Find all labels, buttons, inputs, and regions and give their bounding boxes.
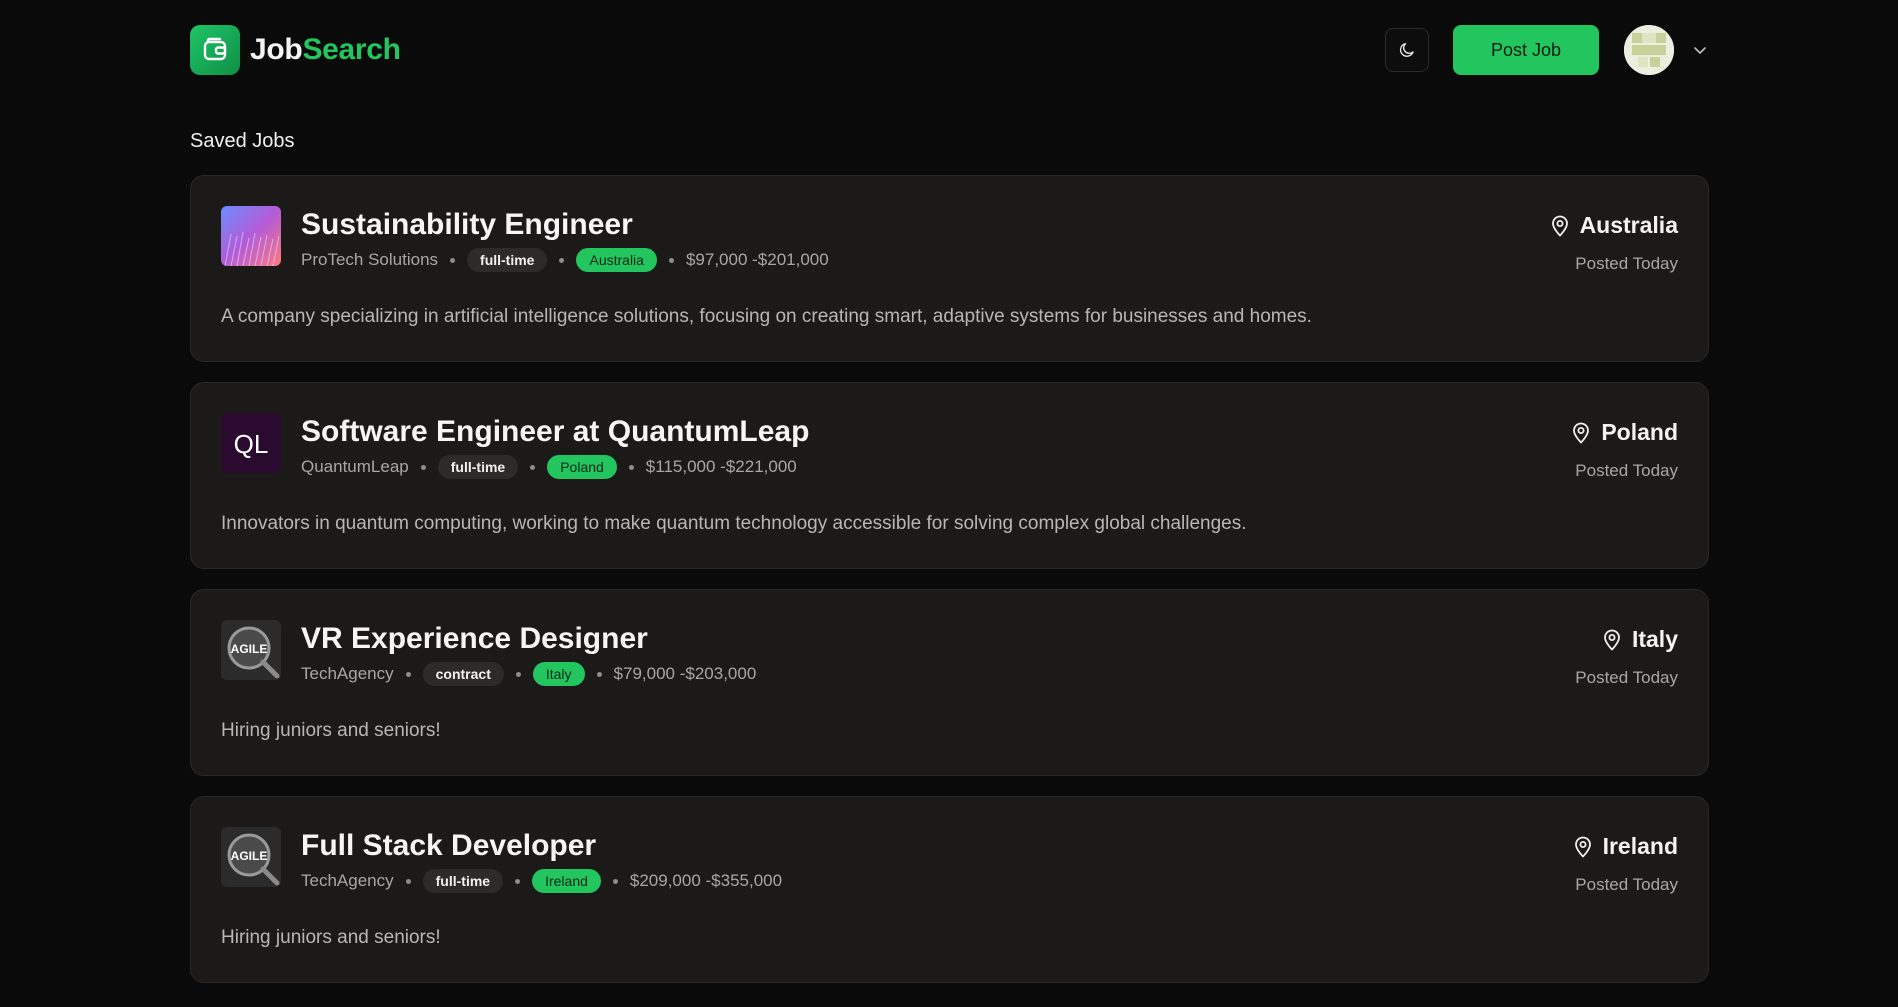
job-card[interactable]: QL Software Engineer at QuantumLeap Quan… <box>190 382 1709 569</box>
moon-icon <box>1399 42 1414 57</box>
job-card[interactable]: Sustainability Engineer ProTech Solution… <box>190 175 1709 362</box>
location-badge: Italy <box>532 662 585 686</box>
separator-dot <box>405 878 411 884</box>
job-location: Ireland <box>1573 833 1678 860</box>
page-title: Saved Jobs <box>190 130 295 152</box>
job-location-label: Australia <box>1579 212 1678 238</box>
salary-range: $209,000 -$355,000 <box>629 871 783 890</box>
brand-name-part1: Job <box>250 33 303 66</box>
company-logo <box>221 206 281 266</box>
job-title[interactable]: VR Experience Designer <box>301 622 648 656</box>
job-card[interactable]: AGILE Full Stack Developer TechAgency fu… <box>190 796 1709 983</box>
separator-dot <box>405 671 411 677</box>
company-logo: AGILE <box>221 827 281 887</box>
job-card[interactable]: AGILE VR Experience Designer TechAgency … <box>190 589 1709 776</box>
brand-name: JobSearch <box>250 33 401 67</box>
separator-dot <box>668 257 674 263</box>
job-type-badge: full-time <box>422 869 504 893</box>
job-title[interactable]: Full Stack Developer <box>301 829 596 863</box>
logo-text: AGILE <box>231 642 268 656</box>
map-pin-icon <box>1604 629 1620 650</box>
page: JobSearch Post Job Saved Jobs Sustainabi… <box>0 0 1898 1007</box>
brand[interactable]: JobSearch <box>190 25 401 75</box>
job-meta: ProTech Solutions full-time Australia $9… <box>301 248 829 272</box>
salary-range: $79,000 -$203,000 <box>613 664 757 683</box>
job-type-badge: contract <box>422 662 504 686</box>
job-list: Sustainability Engineer ProTech Solution… <box>190 175 1709 1003</box>
posted-date: Posted Today <box>1575 254 1678 273</box>
job-meta: TechAgency contract Italy $79,000 -$203,… <box>301 662 756 686</box>
job-type-badge: full-time <box>467 248 548 272</box>
company-name: ProTech Solutions <box>301 250 439 269</box>
job-location: Poland <box>1571 419 1678 446</box>
company-name: TechAgency <box>301 664 394 683</box>
job-location-label: Poland <box>1601 419 1678 445</box>
job-location: Italy <box>1602 626 1678 653</box>
header-actions: Post Job <box>1385 25 1708 75</box>
separator-dot <box>612 878 618 884</box>
separator-dot <box>530 464 536 470</box>
map-pin-icon <box>1574 836 1591 857</box>
wallet-icon <box>190 25 240 75</box>
separator-dot <box>559 257 565 263</box>
job-description: Innovators in quantum computing, working… <box>221 513 1247 534</box>
posted-date: Posted Today <box>1575 461 1678 480</box>
map-pin-icon <box>1573 422 1590 443</box>
posted-date: Posted Today <box>1575 668 1678 687</box>
avatar[interactable] <box>1624 25 1674 75</box>
separator-dot <box>450 257 456 263</box>
company-logo: AGILE <box>221 620 281 680</box>
job-description: A company specializing in artificial int… <box>221 306 1312 327</box>
chevron-down-icon[interactable] <box>1692 42 1708 58</box>
job-description: Hiring juniors and seniors! <box>221 927 441 948</box>
job-location-label: Italy <box>1631 626 1678 652</box>
job-location-label: Ireland <box>1602 833 1678 859</box>
location-badge: Poland <box>547 455 617 479</box>
job-type-badge: full-time <box>437 455 519 479</box>
company-name: QuantumLeap <box>301 457 409 476</box>
job-meta: QuantumLeap full-time Poland $115,000 -$… <box>301 455 797 479</box>
logo-text: AGILE <box>231 849 268 863</box>
map-pin-icon <box>1551 215 1568 236</box>
header: JobSearch Post Job <box>190 24 1708 76</box>
job-title[interactable]: Sustainability Engineer <box>301 208 633 242</box>
location-badge: Australia <box>576 248 657 272</box>
post-job-button[interactable]: Post Job <box>1453 25 1599 75</box>
job-title[interactable]: Software Engineer at QuantumLeap <box>301 415 809 449</box>
company-name: TechAgency <box>301 871 394 890</box>
location-badge: Ireland <box>532 869 601 893</box>
salary-range: $115,000 -$221,000 <box>645 457 797 476</box>
separator-dot <box>596 671 602 677</box>
separator-dot <box>515 878 521 884</box>
job-description: Hiring juniors and seniors! <box>221 720 441 741</box>
company-logo: QL <box>221 413 281 473</box>
job-location: Australia <box>1550 212 1678 239</box>
theme-toggle-button[interactable] <box>1385 28 1429 72</box>
posted-date: Posted Today <box>1575 875 1678 894</box>
brand-name-part2: Search <box>302 33 401 66</box>
logo-text: QL <box>234 429 269 459</box>
salary-range: $97,000 -$201,000 <box>685 250 829 269</box>
separator-dot <box>628 464 634 470</box>
separator-dot <box>420 464 426 470</box>
separator-dot <box>515 671 521 677</box>
job-meta: TechAgency full-time Ireland $209,000 -$… <box>301 869 782 893</box>
